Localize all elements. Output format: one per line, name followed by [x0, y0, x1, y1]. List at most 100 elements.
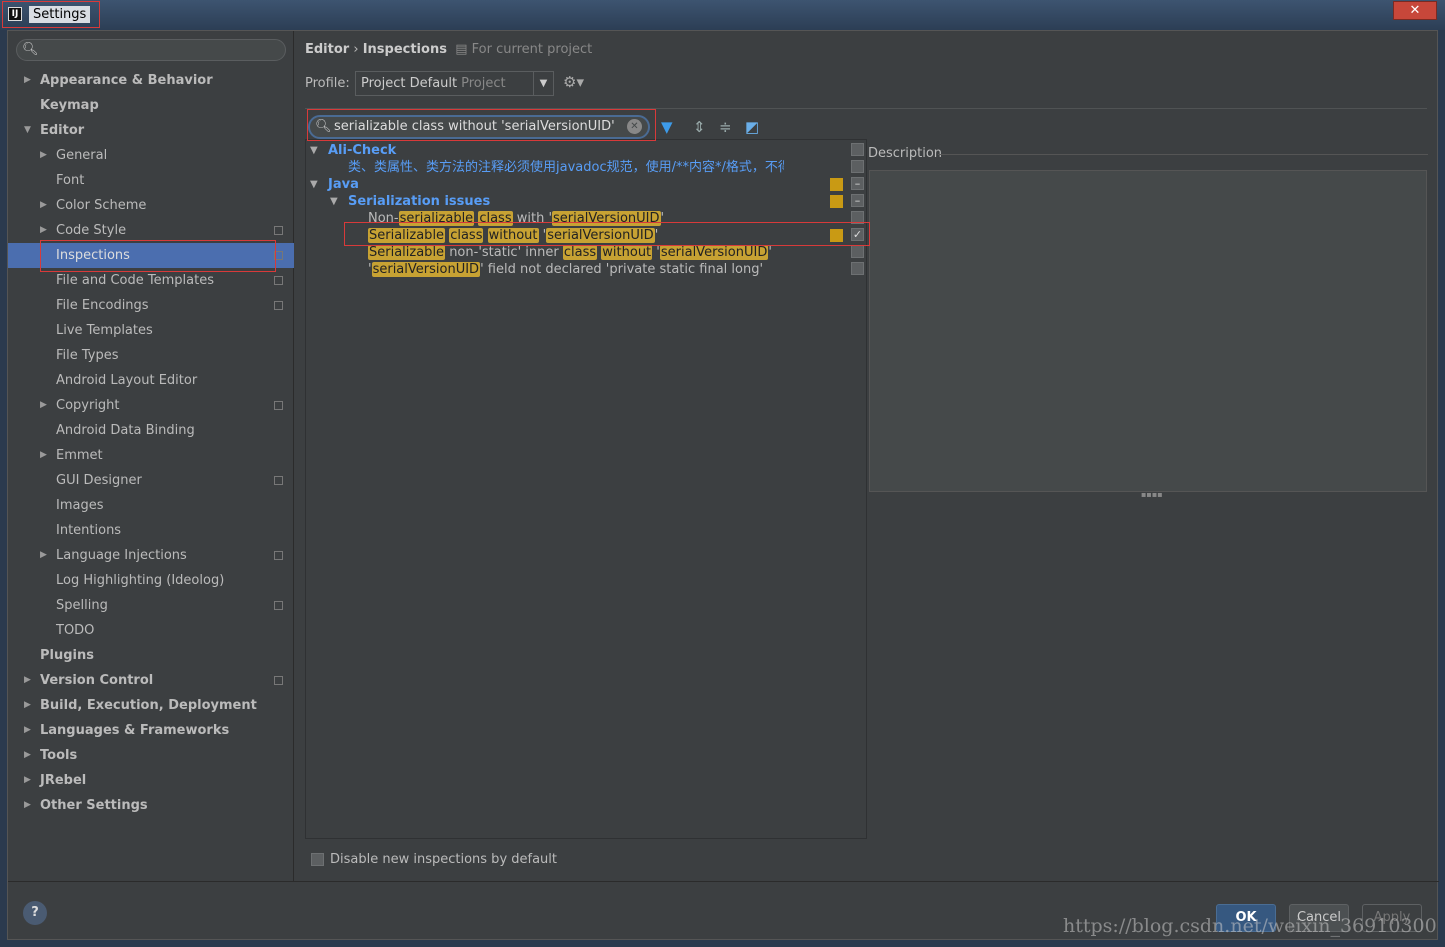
breadcrumb-inspections: Inspections	[362, 42, 447, 57]
sidebar-item-jrebel[interactable]: ▶ JRebel	[8, 768, 294, 793]
tree-item[interactable]: Non-serializable class with 'serialVersi…	[306, 210, 866, 227]
group-label: Java	[328, 177, 359, 192]
chevron-right-icon[interactable]: ▶	[40, 218, 47, 243]
tree-group[interactable]: ▼ Java –	[306, 176, 866, 193]
chevron-right-icon[interactable]: ▶	[24, 68, 31, 93]
sidebar-item-copyright[interactable]: ▶ Copyright	[8, 393, 294, 418]
chevron-right-icon[interactable]: ▶	[24, 793, 31, 818]
sidebar-item-appearance-behavior[interactable]: ▶ Appearance & Behavior	[8, 68, 294, 93]
sidebar-item-label: JRebel	[40, 773, 87, 788]
chevron-right-icon[interactable]: ▶	[40, 193, 47, 218]
sidebar-item-keymap[interactable]: Keymap	[8, 93, 294, 118]
expand-all-icon[interactable]: ⇕	[693, 118, 706, 136]
inspection-label: Serializable non-'static' inner class wi…	[368, 244, 772, 261]
inspections-panel: Editor › Inspections ▤ For current proje…	[305, 31, 1439, 881]
search-icon: 🔍︎	[22, 42, 39, 57]
description-label: Description	[868, 146, 943, 161]
enable-checkbox[interactable]: –	[851, 177, 864, 190]
close-button[interactable]: ✕	[1393, 1, 1437, 20]
chevron-right-icon[interactable]: ▶	[40, 143, 47, 168]
sidebar-item-spelling[interactable]: Spelling	[8, 593, 294, 618]
sidebar-item-label: GUI Designer	[56, 473, 142, 488]
inspection-filter-input[interactable]: 🔍︎ serializable class without 'serialVer…	[308, 115, 650, 139]
enable-checkbox[interactable]: ✓	[851, 228, 864, 241]
sidebar-item-android-data-binding[interactable]: Android Data Binding	[8, 418, 294, 443]
reset-icon[interactable]: ◩	[745, 118, 759, 136]
description-pane	[869, 170, 1427, 492]
sidebar-item-android-layout-editor[interactable]: Android Layout Editor	[8, 368, 294, 393]
sidebar-item-label: Keymap	[40, 98, 99, 113]
tree-group[interactable]: ▼ Ali-Check	[306, 142, 866, 159]
breadcrumb-editor[interactable]: Editor	[305, 42, 349, 57]
chevron-down-icon[interactable]: ▼	[24, 118, 31, 143]
search-icon: 🔍︎	[315, 119, 332, 134]
sidebar-item-intentions[interactable]: Intentions	[8, 518, 294, 543]
sidebar-item-general[interactable]: ▶ General	[8, 143, 294, 168]
tree-item[interactable]: 'serialVersionUID' field not declared 'p…	[306, 261, 866, 278]
sidebar-item-label: Images	[56, 498, 104, 513]
profile-dropdown[interactable]: Project Default Project ▼	[355, 71, 554, 96]
sidebar-item-log-highlighting-ideolog-[interactable]: Log Highlighting (Ideolog)	[8, 568, 294, 593]
scope-label: For current project	[471, 42, 593, 57]
settings-sidebar: 🔍︎ ▶ Appearance & Behavior Keymap ▼ Editor ▶ G…	[8, 31, 294, 881]
collapse-all-icon[interactable]: ≑	[719, 118, 732, 136]
breadcrumb: Editor › Inspections ▤ For current proje…	[305, 42, 592, 57]
sidebar-item-code-style[interactable]: ▶ Code Style	[8, 218, 294, 243]
sidebar-item-gui-designer[interactable]: GUI Designer	[8, 468, 294, 493]
clear-icon[interactable]: ✕	[627, 119, 642, 134]
sidebar-item-version-control[interactable]: ▶ Version Control	[8, 668, 294, 693]
tree-item[interactable]: Serializable class without 'serialVersio…	[306, 227, 866, 244]
chevron-down-icon[interactable]: ▼	[310, 142, 318, 159]
search-match: serialVersionUID	[659, 245, 769, 260]
sidebar-item-editor[interactable]: ▼ Editor	[8, 118, 294, 143]
chevron-down-icon[interactable]: ▼	[330, 193, 338, 210]
inspections-tree: ▼ Ali-Check 类、类属性、类方法的注释必须使用javadoc规范，使用/*…	[305, 139, 867, 839]
chevron-right-icon[interactable]: ▶	[24, 718, 31, 743]
chevron-right-icon[interactable]: ▶	[40, 443, 47, 468]
sidebar-item-label: Android Layout Editor	[56, 373, 198, 388]
sidebar-item-tools[interactable]: ▶ Tools	[8, 743, 294, 768]
chevron-right-icon[interactable]: ▶	[40, 393, 47, 418]
chevron-down-icon[interactable]: ▼	[310, 176, 318, 193]
help-button[interactable]: ?	[23, 901, 47, 925]
sidebar-item-label: Editor	[40, 123, 85, 138]
sidebar-item-inspections[interactable]: Inspections	[8, 243, 294, 268]
enable-checkbox[interactable]	[851, 211, 864, 224]
sidebar-item-file-and-code-templates[interactable]: File and Code Templates	[8, 268, 294, 293]
enable-checkbox[interactable]	[851, 262, 864, 275]
enable-checkbox[interactable]	[851, 245, 864, 258]
sidebar-item-plugins[interactable]: Plugins	[8, 643, 294, 668]
enable-checkbox[interactable]	[851, 143, 864, 156]
tree-group[interactable]: ▼ Serialization issues –	[306, 193, 866, 210]
sidebar-item-images[interactable]: Images	[8, 493, 294, 518]
project-settings-icon	[274, 551, 283, 560]
project-settings-icon	[274, 276, 283, 285]
chevron-right-icon[interactable]: ▶	[24, 768, 31, 793]
settings-search-input[interactable]: 🔍︎	[16, 39, 286, 61]
gear-icon[interactable]: ⚙▾	[563, 73, 584, 91]
sidebar-item-emmet[interactable]: ▶ Emmet	[8, 443, 294, 468]
enable-checkbox[interactable]: –	[851, 194, 864, 207]
tree-item[interactable]: 类、类属性、类方法的注释必须使用javadoc规范，使用/**内容*/格式，不得…	[306, 159, 866, 176]
splitter-handle[interactable]: ▪▪▪▪	[1141, 490, 1163, 499]
disable-new-checkbox[interactable]: Disable new inspections by default	[311, 852, 557, 867]
enable-checkbox[interactable]	[851, 160, 864, 173]
chevron-right-icon[interactable]: ▶	[40, 543, 47, 568]
sidebar-item-languages-frameworks[interactable]: ▶ Languages & Frameworks	[8, 718, 294, 743]
sidebar-item-font[interactable]: Font	[8, 168, 294, 193]
sidebar-item-build-execution-deployment[interactable]: ▶ Build, Execution, Deployment	[8, 693, 294, 718]
sidebar-item-color-scheme[interactable]: ▶ Color Scheme	[8, 193, 294, 218]
chevron-right-icon[interactable]: ▶	[24, 693, 31, 718]
sidebar-item-file-types[interactable]: File Types	[8, 343, 294, 368]
sidebar-item-live-templates[interactable]: Live Templates	[8, 318, 294, 343]
sidebar-item-file-encodings[interactable]: File Encodings	[8, 293, 294, 318]
sidebar-item-label: Tools	[40, 748, 78, 763]
chevron-right-icon[interactable]: ▶	[24, 743, 31, 768]
chevron-right-icon[interactable]: ▶	[24, 668, 31, 693]
sidebar-item-other-settings[interactable]: ▶ Other Settings	[8, 793, 294, 818]
severity-icon	[830, 195, 843, 208]
sidebar-item-language-injections[interactable]: ▶ Language Injections	[8, 543, 294, 568]
filter-icon[interactable]: ▼	[661, 118, 673, 136]
tree-item[interactable]: Serializable non-'static' inner class wi…	[306, 244, 866, 261]
sidebar-item-todo[interactable]: TODO	[8, 618, 294, 643]
